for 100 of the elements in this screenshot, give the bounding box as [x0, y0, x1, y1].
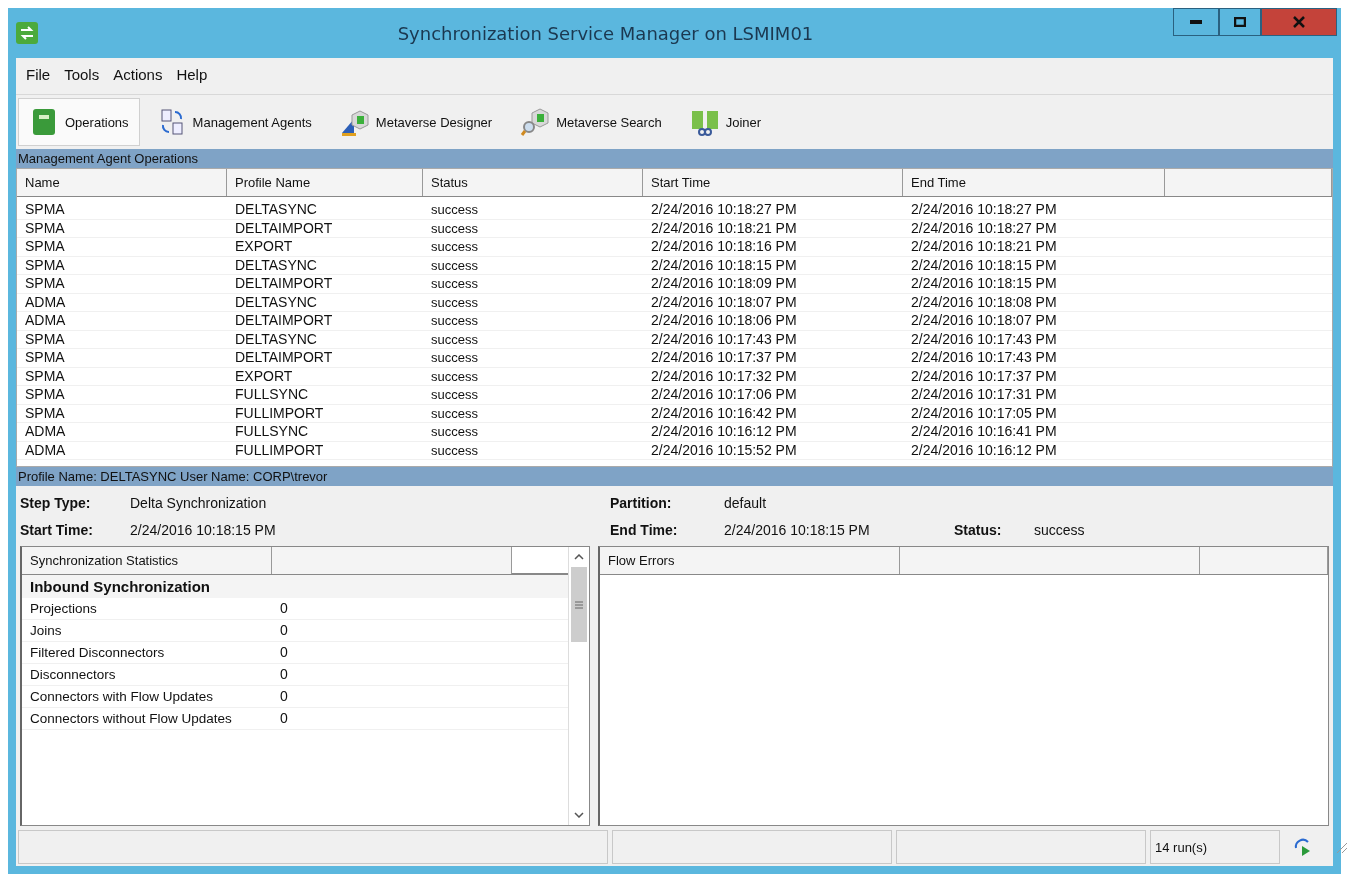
table-cell-text: EXPORT	[234, 367, 294, 385]
statistic-value: 0	[279, 599, 289, 618]
table-cell-text: SPMA	[24, 219, 66, 237]
toolbar-tab[interactable]: Operations	[18, 98, 140, 146]
table-cell-text: 2/24/2016 10:17:43 PM	[650, 330, 798, 348]
table-cell-text: SPMA	[24, 201, 66, 219]
table-cell-text: FULLSYNC	[234, 423, 310, 441]
table-cell-text: success	[430, 256, 479, 274]
table-cell-text: 2/24/2016 10:18:06 PM	[650, 312, 798, 330]
table-cell-text: 2/24/2016 10:17:43 PM	[910, 349, 1058, 367]
table-cell-text: success	[430, 293, 479, 311]
table-cell-text: 2/24/2016 10:18:27 PM	[910, 201, 1058, 219]
table-cell-text: 2/24/2016 10:16:12 PM	[650, 423, 798, 441]
table-cell-text: EXPORT	[234, 238, 294, 256]
scrollbar-thumb[interactable]	[571, 567, 587, 642]
table-cell-text: success	[430, 441, 479, 459]
table-cell-text: success	[430, 219, 479, 237]
toolbar-tab[interactable]: Metaverse Designer	[328, 98, 504, 146]
table-cell-text: SPMA	[24, 238, 66, 256]
statistic-value: 0	[279, 687, 289, 706]
close-button[interactable]	[1261, 8, 1337, 36]
table-cell-text: success	[430, 423, 479, 441]
table-cell-text: 2/24/2016 10:18:15 PM	[910, 275, 1058, 293]
statistic-name: Joins	[29, 622, 63, 640]
cube-magnifier-icon	[520, 107, 551, 137]
statistic-name: Filtered Disconnectors	[29, 644, 166, 662]
table-cell-text: 2/24/2016 10:18:08 PM	[910, 293, 1058, 311]
table-cell-text: DELTASYNC	[234, 256, 318, 274]
table-cell-text: SPMA	[24, 386, 66, 404]
statistic-name: Projections	[29, 600, 98, 618]
detail-label: Status:	[954, 521, 1003, 538]
table-cell-text: success	[430, 404, 479, 422]
resize-grip-icon[interactable]	[1334, 840, 1348, 854]
grip-icon	[575, 600, 583, 609]
table-cell-text: success	[430, 330, 479, 348]
menu-item[interactable]: Help	[176, 66, 208, 86]
column-header[interactable]: Start Time	[643, 169, 903, 196]
statistic-value: 0	[279, 621, 289, 640]
table-cell-text: SPMA	[24, 367, 66, 385]
column-header[interactable]: Name	[17, 169, 227, 196]
toolbar-tab[interactable]: Joiner	[678, 98, 773, 146]
table-cell-text: 2/24/2016 10:18:07 PM	[650, 293, 798, 311]
table-cell-text: 2/24/2016 10:18:15 PM	[650, 256, 798, 274]
detail-label: Partition:	[610, 494, 673, 511]
table-cell-text: success	[430, 275, 479, 293]
table-cell-text: DELTAIMPORT	[234, 275, 334, 293]
table-cell-text: 2/24/2016 10:17:06 PM	[650, 386, 798, 404]
minimize-icon	[1190, 20, 1202, 24]
statistic-value: 0	[279, 665, 289, 684]
menu-item[interactable]: Tools	[64, 66, 100, 86]
column-header[interactable]: Synchronization Statistics	[22, 547, 272, 574]
maximize-button[interactable]	[1219, 8, 1261, 36]
column-header[interactable]: Flow Errors	[600, 547, 900, 574]
statistic-name: Connectors with Flow Updates	[29, 688, 215, 706]
menu-item[interactable]: File	[26, 66, 51, 86]
table-cell-text: DELTAIMPORT	[234, 312, 334, 330]
toolbar-tab[interactable]: Metaverse Search	[509, 98, 673, 146]
table-cell-text: DELTASYNC	[234, 293, 318, 311]
app-icon	[16, 22, 38, 44]
detail-value: default	[724, 494, 768, 511]
table-cell-text: 2/24/2016 10:16:41 PM	[910, 423, 1058, 441]
table-cell-text: 2/24/2016 10:16:12 PM	[910, 441, 1058, 459]
table-cell-text: 2/24/2016 10:18:27 PM	[910, 219, 1058, 237]
detail-value: success	[1034, 521, 1086, 538]
table-cell-text: DELTAIMPORT	[234, 219, 334, 237]
table-cell-text: 2/24/2016 10:18:16 PM	[650, 238, 798, 256]
detail-value: Delta Synchronization	[130, 494, 268, 511]
table-cell-text: 2/24/2016 10:18:21 PM	[910, 238, 1058, 256]
table-cell-text: 2/24/2016 10:15:52 PM	[650, 441, 798, 459]
table-cell-text: 2/24/2016 10:17:43 PM	[910, 330, 1058, 348]
section-header: Management Agent Operations	[16, 149, 1333, 168]
close-icon	[1293, 16, 1305, 28]
toolbar-tab[interactable]: Management Agents	[145, 98, 323, 146]
table-cell-text: DELTASYNC	[234, 330, 318, 348]
table-cell-text: SPMA	[24, 404, 66, 422]
scrollbar[interactable]	[568, 547, 589, 825]
table-cell-text: 2/24/2016 10:17:37 PM	[910, 367, 1058, 385]
table-cell-text: 2/24/2016 10:17:05 PM	[910, 404, 1058, 422]
table-cell-text: ADMA	[24, 441, 67, 459]
column-header[interactable]: Status	[423, 169, 643, 196]
table-cell-text: 2/24/2016 10:17:32 PM	[650, 367, 798, 385]
table-cell-text: 2/24/2016 10:18:09 PM	[650, 275, 798, 293]
table-cell-text: FULLIMPORT	[234, 441, 325, 459]
minimize-button[interactable]	[1173, 8, 1219, 36]
column-header[interactable]: Profile Name	[227, 169, 423, 196]
table-cell-text: SPMA	[24, 256, 66, 274]
statistic-name: Connectors without Flow Updates	[29, 710, 233, 728]
detail-label: End Time:	[610, 521, 679, 538]
table-cell-text: success	[430, 367, 479, 385]
maximize-icon	[1234, 17, 1246, 27]
column-header[interactable]: End Time	[903, 169, 1165, 196]
table-cell-text: FULLIMPORT	[234, 404, 325, 422]
scroll-down-icon	[574, 812, 584, 818]
table-cell-text: 2/24/2016 10:18:21 PM	[650, 219, 798, 237]
menu-item[interactable]: Actions	[113, 66, 163, 86]
table-cell-text: SPMA	[24, 330, 66, 348]
table-cell-text: 2/24/2016 10:18:15 PM	[910, 256, 1058, 274]
table-cell-text: ADMA	[24, 293, 67, 311]
table-cell-text: SPMA	[24, 349, 66, 367]
table-cell-text: success	[430, 386, 479, 404]
